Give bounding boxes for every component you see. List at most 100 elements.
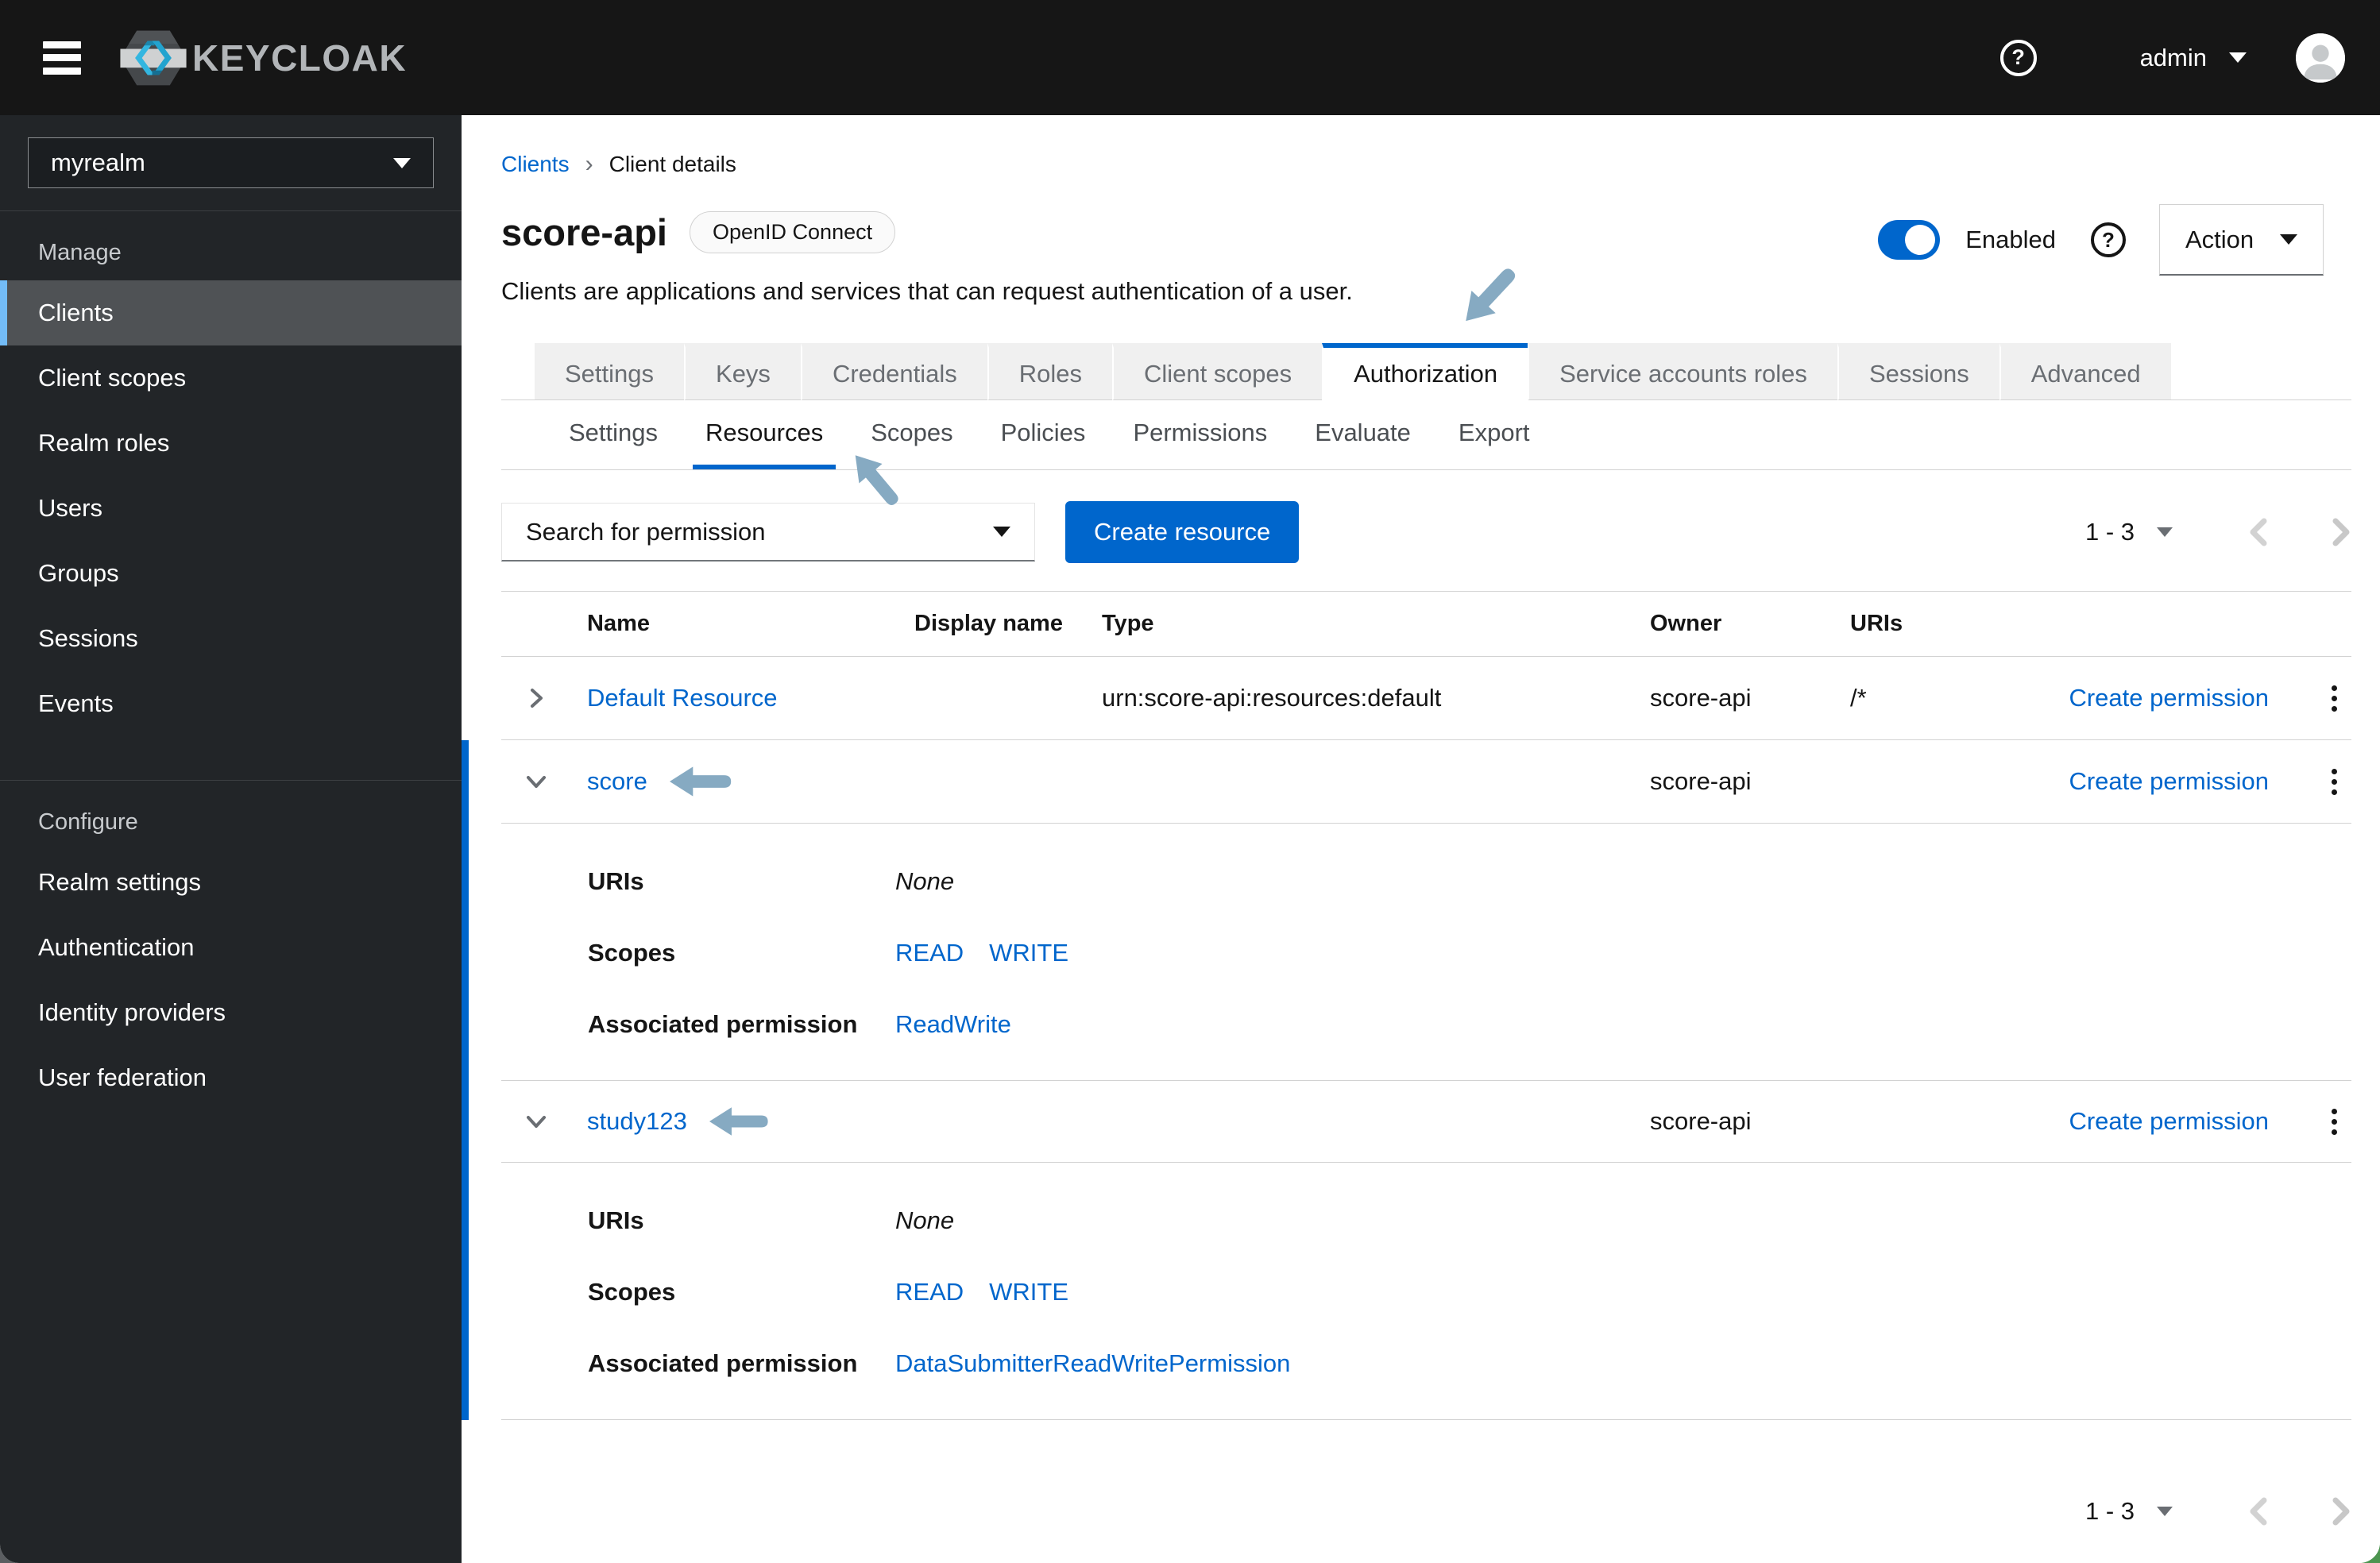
subtab-policies[interactable]: Policies <box>988 400 1099 469</box>
sidebar-item-realm-roles[interactable]: Realm roles <box>0 411 462 476</box>
kebab-menu-icon[interactable] <box>2316 768 2351 795</box>
cell-uris: /* <box>1850 684 1867 712</box>
pagination-next-icon[interactable] <box>2331 516 2351 548</box>
expand-toggle-expanded-icon[interactable] <box>501 771 571 792</box>
sidebar-item-clients[interactable]: Clients <box>0 280 462 345</box>
realm-selector[interactable]: myrealm <box>28 137 434 188</box>
sidebar: myrealm Manage Clients Client scopes Rea… <box>0 115 462 1563</box>
breadcrumb: Clients › Client details <box>501 115 2351 178</box>
tab-roles[interactable]: Roles <box>987 343 1113 400</box>
header-controls: Enabled ? Action <box>1878 204 2324 276</box>
create-permission-link[interactable]: Create permission <box>2069 684 2269 712</box>
resource-link-study123[interactable]: study123 <box>587 1107 687 1136</box>
subtab-export[interactable]: Export <box>1446 400 1543 469</box>
sidebar-item-client-scopes[interactable]: Client scopes <box>0 345 462 411</box>
pagination-bottom: 1 - 3 <box>501 1488 2351 1535</box>
detail-value-uris: None <box>895 867 955 895</box>
search-input[interactable]: Search for permission <box>501 503 1035 562</box>
breadcrumb-clients-link[interactable]: Clients <box>501 152 570 177</box>
chevron-down-icon <box>393 157 411 168</box>
scope-link-read[interactable]: READ <box>895 1278 964 1306</box>
username: admin <box>2139 43 2207 71</box>
main-content: Clients › Client details score-api OpenI… <box>462 115 2380 1563</box>
table-row-score: score score-api Create permission <box>501 740 2351 824</box>
associated-permission-link[interactable]: DataSubmitterReadWritePermission <box>895 1349 1290 1378</box>
brand-text: KEYCLOAK <box>192 37 408 79</box>
question-circle-icon[interactable]: ? <box>2091 222 2126 257</box>
keycloak-logo-icon <box>120 30 187 85</box>
chevron-down-icon <box>2280 234 2297 245</box>
cell-owner: score-api <box>1650 684 1752 712</box>
tab-service-accounts-roles[interactable]: Service accounts roles <box>1528 343 1837 400</box>
subtab-settings[interactable]: Settings <box>556 400 670 469</box>
person-icon <box>2296 33 2345 83</box>
tab-credentials[interactable]: Credentials <box>800 343 987 400</box>
associated-permission-link[interactable]: ReadWrite <box>895 1010 1011 1039</box>
sidebar-item-identity-providers[interactable]: Identity providers <box>0 980 462 1045</box>
search-placeholder: Search for permission <box>526 517 766 546</box>
tabs-lead-spacer <box>501 343 535 400</box>
help-icon[interactable]: ? <box>1999 39 2037 76</box>
annotation-arrow-study123 <box>709 1107 768 1136</box>
tab-settings[interactable]: Settings <box>535 343 685 400</box>
pagination-next-icon[interactable] <box>2331 1495 2351 1527</box>
enabled-toggle[interactable] <box>1878 220 1941 260</box>
cell-owner: score-api <box>1650 767 1752 795</box>
create-resource-button[interactable]: Create resource <box>1065 501 1300 563</box>
subtab-evaluate[interactable]: Evaluate <box>1302 400 1424 469</box>
expand-toggle-collapsed-icon[interactable] <box>501 688 571 708</box>
masthead: KEYCLOAK ? admin <box>0 0 2380 115</box>
sidebar-item-sessions[interactable]: Sessions <box>0 606 462 671</box>
nav-section-title-manage: Manage <box>38 240 122 265</box>
sidebar-item-events[interactable]: Events <box>0 671 462 736</box>
column-header-name: Name <box>587 611 650 636</box>
sidebar-item-user-federation[interactable]: User federation <box>0 1045 462 1110</box>
chevron-down-icon <box>2229 52 2247 63</box>
expand-toggle-expanded-icon[interactable] <box>501 1111 571 1132</box>
action-dropdown[interactable]: Action <box>2159 204 2324 276</box>
pagination-caret-icon[interactable] <box>2157 527 2173 537</box>
sidebar-item-users[interactable]: Users <box>0 476 462 541</box>
column-header-uris: URIs <box>1850 611 1903 636</box>
pagination-range: 1 - 3 <box>2084 1497 2135 1525</box>
sidebar-item-realm-settings[interactable]: Realm settings <box>0 850 462 915</box>
nav-section-title-configure: Configure <box>38 809 138 835</box>
resources-table: Name Display name Type Owner URIs Defaul… <box>462 591 2351 1420</box>
page-title: score-api <box>501 211 667 253</box>
action-dropdown-label: Action <box>2185 225 2254 253</box>
breadcrumb-chevron-icon: › <box>585 151 593 177</box>
detail-label-uris: URIs <box>588 867 644 895</box>
sidebar-item-authentication[interactable]: Authentication <box>0 915 462 980</box>
kebab-menu-icon[interactable] <box>2316 1108 2351 1135</box>
scope-link-write[interactable]: WRITE <box>989 1278 1068 1306</box>
pagination-caret-icon[interactable] <box>2157 1507 2173 1516</box>
detail-label-permission: Associated permission <box>588 1349 858 1377</box>
subtab-permissions[interactable]: Permissions <box>1120 400 1280 469</box>
masthead-right: ? admin <box>1999 33 2345 83</box>
table-row-study123: study123 score-api Create permission <box>501 1081 2351 1163</box>
avatar[interactable] <box>2296 33 2345 83</box>
scope-link-read[interactable]: READ <box>895 939 964 967</box>
hamburger-menu-icon[interactable] <box>43 41 81 75</box>
tab-keys[interactable]: Keys <box>684 343 801 400</box>
pagination-prev-icon[interactable] <box>2248 1495 2269 1527</box>
table-row-default-resource: Default Resource urn:score-api:resources… <box>501 657 2351 740</box>
kebab-menu-icon[interactable] <box>2316 685 2351 712</box>
scope-link-write[interactable]: WRITE <box>989 939 1068 967</box>
pagination-prev-icon[interactable] <box>2248 516 2269 548</box>
tab-authorization[interactable]: Authorization <box>1322 343 1528 400</box>
tab-advanced[interactable]: Advanced <box>1999 343 2171 400</box>
resource-link-score[interactable]: score <box>587 767 647 796</box>
tab-client-scopes[interactable]: Client scopes <box>1112 343 1323 400</box>
user-menu[interactable]: admin <box>2140 44 2247 72</box>
create-permission-link[interactable]: Create permission <box>2069 1107 2269 1135</box>
sidebar-item-groups[interactable]: Groups <box>0 541 462 606</box>
cell-owner: score-api <box>1650 1107 1752 1135</box>
tab-sessions[interactable]: Sessions <box>1837 343 1999 400</box>
subtab-resources[interactable]: Resources <box>693 400 836 469</box>
primary-tabs: Settings Keys Credentials Roles Client s… <box>501 343 2351 400</box>
resource-link-default[interactable]: Default Resource <box>587 684 778 712</box>
page-description: Clients are applications and services th… <box>501 277 1353 305</box>
create-permission-link[interactable]: Create permission <box>2069 767 2269 795</box>
row-details-study123: URIs None Scopes READ WRITE Associated p… <box>501 1163 2351 1420</box>
